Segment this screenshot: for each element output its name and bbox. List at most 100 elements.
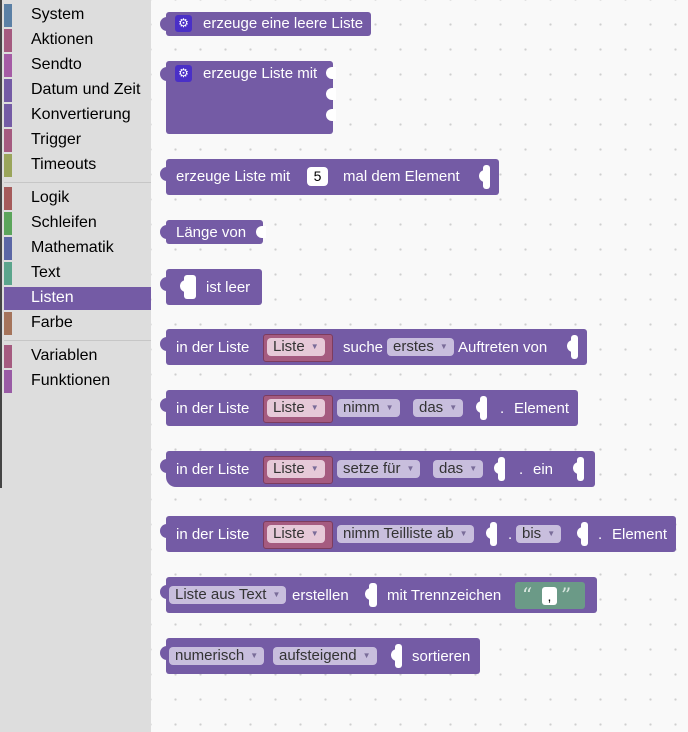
category-color-bar <box>4 104 12 127</box>
block-label: . <box>598 526 603 543</box>
category-label: Farbe <box>31 314 73 331</box>
category-mathematik[interactable]: Mathematik <box>4 237 151 260</box>
category-label: Trigger <box>31 131 82 148</box>
end-input-slot[interactable] <box>577 522 588 546</box>
count-field[interactable]: 5 <box>307 167 328 186</box>
category-label: Funktionen <box>31 372 111 389</box>
category-color-bar <box>4 29 12 52</box>
mode-dropdown[interactable]: erstes ▼ <box>387 338 454 356</box>
delimiter-field[interactable]: , <box>542 587 557 605</box>
create-list-with-block[interactable]: ⚙ erzeuge Liste mit <box>160 61 336 134</box>
sort-order-dropdown[interactable]: aufsteigend ▼ <box>273 647 377 665</box>
category-funktionen[interactable]: Funktionen <box>4 370 151 393</box>
index-input-slot[interactable] <box>476 396 487 420</box>
category-logik[interactable]: Logik <box>4 187 151 210</box>
category-variablen[interactable]: Variablen <box>4 345 151 368</box>
list-index-of-block[interactable]: in der Liste Liste ▼ suche erstes ▼ Auftre… <box>160 329 587 365</box>
mode-dropdown[interactable]: nimm ▼ <box>337 399 400 417</box>
category-label: Mathematik <box>31 239 114 256</box>
category-label: System <box>31 6 85 23</box>
find-input-slot[interactable] <box>567 335 578 359</box>
list-is-empty-block[interactable]: ist leer <box>160 269 262 305</box>
category-label: Listen <box>31 289 74 306</box>
list-set-index-block[interactable]: in der Liste Liste ▼ setze für ▼ das ▼ . ei… <box>160 451 595 487</box>
category-color-bar <box>4 4 12 27</box>
gear-icon[interactable]: ⚙ <box>175 65 192 82</box>
category-datum-und-zeit[interactable]: Datum und Zeit <box>4 79 151 102</box>
start-input-slot[interactable] <box>486 522 497 546</box>
block-label: ist leer <box>206 279 251 296</box>
category-sendto[interactable]: Sendto <box>4 54 151 77</box>
category-label: Timeouts <box>31 156 97 173</box>
gear-icon[interactable]: ⚙ <box>175 15 192 32</box>
list-split-block[interactable]: Liste aus Text ▼ erstellen mit Trennzeich… <box>160 577 597 613</box>
category-timeouts[interactable]: Timeouts <box>4 154 151 177</box>
list-variable-block[interactable]: Liste ▼ <box>263 521 333 549</box>
category-schleifen[interactable]: Schleifen <box>4 212 151 235</box>
category-separator <box>4 340 151 341</box>
list-input-slot[interactable] <box>391 644 402 668</box>
list-variable-block[interactable]: Liste ▼ <box>263 334 333 362</box>
list-variable-block[interactable]: Liste ▼ <box>263 456 333 484</box>
sort-type-dropdown[interactable]: numerisch ▼ <box>169 647 265 665</box>
open-quote-icon: “ <box>522 583 533 607</box>
variable-dropdown[interactable]: Liste ▼ <box>267 460 325 478</box>
category-label: Variablen <box>31 347 98 364</box>
category-color-bar <box>4 312 12 335</box>
category-system[interactable]: System <box>4 4 151 27</box>
category-konvertierung[interactable]: Konvertierung <box>4 104 151 127</box>
block-label: . <box>500 400 505 417</box>
variable-dropdown[interactable]: Liste ▼ <box>267 399 325 417</box>
input-connector <box>326 88 336 100</box>
category-label: Datum und Zeit <box>31 81 141 98</box>
category-color-bar <box>4 212 12 235</box>
block-label: Auftreten von <box>458 339 548 356</box>
list-variable-block[interactable]: Liste ▼ <box>263 395 333 423</box>
block-label: in der Liste <box>176 526 250 543</box>
item-input-slot[interactable] <box>479 165 490 189</box>
list-repeat-block[interactable]: erzeuge Liste mit 5 mal dem Element <box>160 159 499 195</box>
category-trigger[interactable]: Trigger <box>4 129 151 152</box>
category-color-bar <box>4 79 12 102</box>
delimiter-text-block[interactable]: “ , ” <box>515 582 585 609</box>
block-label: erzeuge Liste mit <box>176 168 291 185</box>
where2-dropdown[interactable]: bis ▼ <box>516 525 562 543</box>
text-input-slot[interactable] <box>365 583 377 607</box>
block-label: Element <box>514 400 570 417</box>
variable-dropdown[interactable]: Liste ▼ <box>267 338 325 356</box>
category-label: Logik <box>31 189 70 206</box>
value-input-slot[interactable] <box>573 457 584 481</box>
block-label: Element <box>612 526 668 543</box>
block-label: mal dem Element <box>343 168 460 185</box>
block-label: mit Trennzeichen <box>387 587 502 604</box>
category-color-bar <box>4 129 12 152</box>
block-label: ein <box>533 461 554 478</box>
list-sublist-block[interactable]: in der Liste Liste ▼ nimm Teilliste ab ▼ .… <box>160 516 676 552</box>
category-farbe[interactable]: Farbe <box>4 312 151 335</box>
block-label: in der Liste <box>176 339 250 356</box>
where-dropdown[interactable]: das ▼ <box>413 399 464 417</box>
index-input-slot[interactable] <box>494 457 505 481</box>
mode-dropdown[interactable]: setze für ▼ <box>337 460 421 478</box>
category-label: Aktionen <box>31 31 94 48</box>
category-color-bar <box>4 345 12 368</box>
category-label: Sendto <box>31 56 82 73</box>
list-sort-block[interactable]: numerisch ▼ aufsteigend ▼ sortieren <box>160 638 480 674</box>
mode-dropdown[interactable]: nimm Teilliste ab ▼ <box>337 525 474 543</box>
where-dropdown[interactable]: das ▼ <box>433 460 484 478</box>
block-label: erstellen <box>292 587 349 604</box>
block-flyout: ⚙ erzeuge eine leere Liste ⚙ erzeuge Lis… <box>151 0 688 732</box>
category-listen[interactable]: Listen <box>4 287 151 310</box>
create-empty-list-block[interactable]: ⚙ erzeuge eine leere Liste <box>160 12 371 36</box>
category-aktionen[interactable]: Aktionen <box>4 29 151 52</box>
category-text[interactable]: Text <box>4 262 151 285</box>
split-mode-dropdown[interactable]: Liste aus Text ▼ <box>169 586 287 604</box>
list-get-index-block[interactable]: in der Liste Liste ▼ nimm ▼ das ▼ . Element <box>160 390 578 426</box>
input-connector <box>326 67 336 79</box>
list-input-slot[interactable] <box>180 275 196 299</box>
variable-dropdown[interactable]: Liste ▼ <box>267 525 325 543</box>
list-length-block[interactable]: Länge von <box>160 220 266 244</box>
category-color-bar <box>4 370 12 393</box>
toolbox: System Aktionen Sendto Datum und Zeit Konver… <box>0 0 151 732</box>
input-connector <box>326 109 336 121</box>
